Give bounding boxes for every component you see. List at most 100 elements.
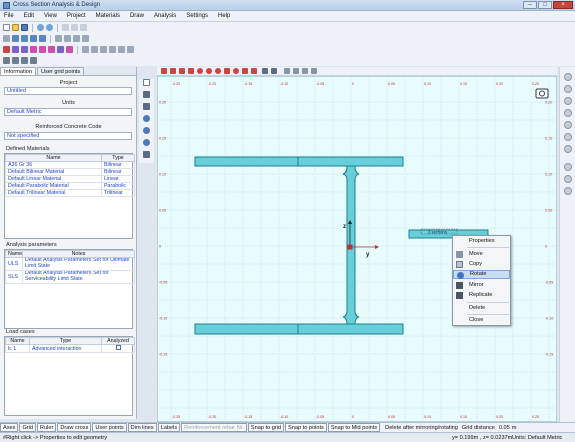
close-button[interactable]: × (553, 1, 573, 9)
section-angle-icon[interactable] (39, 46, 46, 53)
menu-item-copy[interactable]: Copy (453, 260, 510, 269)
grid-toggle[interactable]: Grid (19, 423, 37, 432)
save-icon[interactable] (21, 24, 28, 31)
rect-tool-icon[interactable] (161, 68, 167, 74)
menu-item-mirror[interactable]: Mirror (453, 281, 510, 290)
zoom-extents-icon[interactable] (143, 151, 150, 158)
rotate-view-icon[interactable] (564, 85, 572, 93)
steel-shape-4-icon[interactable] (109, 46, 116, 53)
menu-materials[interactable]: Materials (96, 13, 120, 19)
steel-shape-6-icon[interactable] (127, 46, 134, 53)
dim-lines-toggle[interactable]: Dim lines (127, 423, 157, 432)
table-row[interactable]: Default Trilinear Material Trilinear (5, 189, 135, 197)
section-pipe-icon[interactable] (48, 46, 55, 53)
cut-icon[interactable] (62, 24, 69, 31)
axes-toggle[interactable]: Axes (0, 423, 19, 432)
paste-icon[interactable] (80, 24, 87, 31)
report-icon[interactable] (3, 57, 10, 64)
section-channel-icon[interactable] (30, 46, 37, 53)
snap-to-points-toggle[interactable]: Snap to points (285, 423, 327, 432)
table-icon[interactable] (12, 57, 19, 64)
hollow-circle-tool-icon[interactable] (206, 68, 212, 74)
point-icon[interactable] (64, 35, 71, 42)
snap-to-mid-points-toggle[interactable]: Snap to Mid points (327, 423, 381, 432)
moment-curvature-icon[interactable] (564, 133, 572, 141)
rounded-rect-tool-icon[interactable] (170, 68, 176, 74)
menu-draw[interactable]: Draw (130, 13, 144, 19)
grid-icon[interactable] (73, 35, 80, 42)
menu-item-move[interactable]: Move (453, 250, 510, 259)
rebar-tool-icon[interactable] (233, 68, 239, 74)
user-points-toggle[interactable]: User points (92, 423, 127, 432)
ellipse-tool-icon[interactable] (197, 68, 203, 74)
section-rect-icon[interactable] (3, 46, 10, 53)
menu-view[interactable]: View (44, 13, 57, 19)
spline-icon[interactable] (39, 35, 46, 42)
arc-icon[interactable] (30, 35, 37, 42)
cross-tool-icon[interactable] (284, 68, 290, 74)
redo-icon[interactable] (46, 24, 53, 31)
i-beam-flange-bottom[interactable] (297, 323, 404, 335)
draw-cross-toggle[interactable]: Draw cross (57, 423, 92, 432)
pointer-icon[interactable] (143, 91, 150, 98)
zoom-icon[interactable] (82, 35, 89, 42)
project-field[interactable]: Untitled (4, 87, 132, 95)
table-row[interactable]: Default Parabolic Material Parabolic (5, 182, 135, 190)
polyline-icon[interactable] (21, 35, 28, 42)
menu-project[interactable]: Project (67, 13, 86, 19)
copy-icon[interactable] (71, 24, 78, 31)
grid-distance-value[interactable]: 0.05 (499, 425, 510, 431)
rebar-nr-toggle[interactable]: Reinforcement rebar Nr. (181, 423, 247, 432)
delete-after-option[interactable]: Delete after mirroring/rotating (385, 425, 458, 431)
select-icon[interactable] (3, 35, 10, 42)
section-box-icon[interactable] (57, 46, 64, 53)
rebar-arc-tool-icon[interactable] (251, 68, 257, 74)
section-tee-icon[interactable] (12, 46, 19, 53)
strain-icon[interactable] (564, 109, 572, 117)
section-circle-icon[interactable] (66, 46, 73, 53)
section-i-icon[interactable] (21, 46, 28, 53)
menu-analysis[interactable]: Analysis (154, 13, 176, 19)
zoom-in-icon[interactable] (143, 115, 150, 122)
graph-icon[interactable] (564, 187, 572, 195)
menu-item-properties[interactable]: Properties (453, 237, 510, 246)
stress-icon[interactable] (564, 97, 572, 105)
cross-3-tool-icon[interactable] (302, 68, 308, 74)
properties-icon[interactable] (564, 145, 572, 153)
minimize-button[interactable]: – (523, 1, 537, 9)
maximize-button[interactable]: □ (538, 1, 552, 9)
units-field[interactable]: Default Metric (4, 108, 132, 116)
table-row[interactable]: Default Linear Material Linear (5, 175, 135, 183)
circle-tool-icon[interactable] (179, 68, 185, 74)
text-tool-icon[interactable] (271, 68, 277, 74)
view-3d-icon[interactable] (564, 73, 572, 81)
curve-icon[interactable] (564, 175, 572, 183)
table-row[interactable]: SLS Default Analysis Parameters Set for … (5, 270, 135, 284)
menu-item-replicate[interactable]: Replicate (453, 291, 510, 300)
line-icon[interactable] (12, 35, 19, 42)
results-icon[interactable] (30, 57, 37, 64)
camera-icon[interactable] (535, 88, 549, 99)
cross-2-tool-icon[interactable] (293, 68, 299, 74)
ruler-toggle[interactable]: Ruler (37, 423, 57, 432)
table-row[interactable]: ULS Default Analysis Parameters Set for … (5, 257, 135, 271)
zoom-out-icon[interactable] (143, 127, 150, 134)
analyzed-checkbox[interactable] (115, 345, 121, 350)
measure-icon[interactable] (55, 35, 62, 42)
menu-item-rotate[interactable]: Rotate (453, 270, 510, 279)
table-row[interactable]: A36 Gr 36 Bilinear (5, 161, 135, 169)
menu-settings[interactable]: Settings (186, 13, 208, 19)
steel-shape-2-icon[interactable] (91, 46, 98, 53)
pan-icon[interactable] (143, 103, 150, 110)
ring-tool-icon[interactable] (188, 68, 194, 74)
tab-user-grid-points[interactable]: User grid points (36, 67, 85, 75)
table-row[interactable]: Default Bilinear Material Bilinear (5, 168, 135, 176)
table-row[interactable]: lc 1 Advanced interaction (5, 344, 135, 353)
cross-4-tool-icon[interactable] (311, 68, 317, 74)
interaction-icon[interactable] (564, 121, 572, 129)
rebar-line-tool-icon[interactable] (242, 68, 248, 74)
menu-help[interactable]: Help (218, 13, 230, 19)
diagram-icon[interactable] (21, 57, 28, 64)
tab-information[interactable]: Information (0, 67, 36, 75)
chart-icon[interactable] (564, 163, 572, 171)
